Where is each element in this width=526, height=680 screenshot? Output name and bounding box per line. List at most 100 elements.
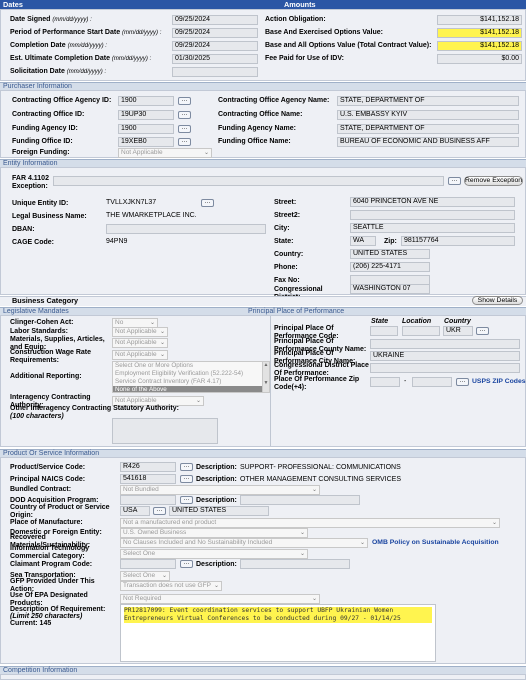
claimant-description-field[interactable] [240, 559, 350, 569]
country-field[interactable]: UNITED STATES [350, 249, 430, 259]
funding-agency-name-field[interactable]: STATE, DEPARTMENT OF [337, 124, 519, 134]
origin-name-field[interactable]: UNITED STATES [169, 506, 269, 516]
pop-zip4-field[interactable] [412, 377, 452, 387]
funding-office-id-label: Funding Office ID: [12, 138, 73, 145]
foreign-funding-select[interactable]: Not Applicable ⌄ [118, 148, 212, 158]
manufacture-select[interactable]: Not a manufactured end product ⌄ [120, 518, 500, 528]
uei-value: TVLLXJKN7L37 [106, 199, 157, 206]
lookup-ellipsis-icon[interactable]: ... [178, 110, 191, 119]
lookup-ellipsis-icon[interactable]: ... [180, 462, 193, 471]
lookup-ellipsis-icon[interactable]: ... [180, 474, 193, 483]
date-signed-field[interactable]: 09/25/2024 [172, 15, 258, 25]
psc-label: Product/Service Code: [10, 464, 86, 471]
origin-code-field[interactable]: USA [120, 506, 150, 516]
pop-zip-field[interactable] [370, 377, 400, 387]
materials-select[interactable]: Not Applicable ⌄ [112, 338, 168, 348]
claimant-field[interactable] [120, 559, 176, 569]
pop-district-field[interactable] [370, 363, 520, 373]
pop-start-label: Period of Performance Start Date (mm/dd/… [10, 29, 162, 36]
dban-field[interactable] [106, 224, 266, 234]
epa-select[interactable]: Not Required ⌄ [120, 594, 320, 604]
other-authority-textarea[interactable] [112, 418, 218, 444]
base-all-field[interactable]: $141,152.18 [437, 41, 522, 51]
listbox-option[interactable]: Service Contract Inventory (FAR 4.17) [113, 378, 269, 386]
listbox-scrollbar[interactable]: ▲ ▼ [262, 362, 269, 392]
date-signed-label: Date Signed (mm/dd/yyyy) : [10, 16, 92, 23]
legislative-title: Legislative Mandates [3, 308, 69, 315]
dropdown-arrow-icon: ⌄ [203, 150, 209, 156]
listbox-option-selected[interactable]: None of the Above [113, 386, 269, 392]
city-field[interactable]: SEATTLE [350, 223, 515, 233]
lookup-ellipsis-icon[interactable]: ... [178, 137, 191, 146]
solicitation-date-field[interactable] [172, 67, 258, 77]
lookup-ellipsis-icon[interactable]: ... [180, 495, 193, 504]
base-all-label: Base and All Options Value (Total Contra… [265, 42, 432, 49]
additional-reporting-listbox[interactable]: Select One or More Options Employment El… [112, 361, 270, 393]
psc-field[interactable]: R426 [120, 462, 176, 472]
business-category-label: Business Category [12, 296, 79, 305]
lookup-ellipsis-icon[interactable]: ... [201, 198, 214, 207]
lookup-ellipsis-icon[interactable]: ... [153, 506, 166, 515]
naics-field[interactable]: 541618 [120, 474, 176, 484]
dod-description-field[interactable] [240, 495, 360, 505]
gfp-select[interactable]: Transaction does not use GFP ⌄ [120, 581, 222, 591]
lookup-ellipsis-icon[interactable]: ... [476, 326, 489, 335]
far-exception-label: FAR 4.1102 Exception: [12, 175, 49, 190]
construction-select[interactable]: Not Applicable ⌄ [112, 350, 168, 360]
funding-agency-id-field[interactable]: 1900 [118, 124, 174, 134]
listbox-option[interactable]: Employment Eligibility Verification (52.… [113, 370, 269, 378]
obligation-field[interactable]: $141,152.18 [437, 15, 522, 25]
purchaser-section-header: Purchaser Information [0, 82, 526, 90]
sea-select[interactable]: Select One ⌄ [120, 571, 170, 581]
dod-description-label: Description: [196, 497, 237, 504]
pop-city-field[interactable]: UKRAINE [370, 351, 520, 361]
omb-policy-link[interactable]: OMB Policy on Sustainable Acquisition [372, 539, 499, 547]
co-name-field[interactable]: U.S. EMBASSY KYIV [337, 110, 519, 120]
street2-field[interactable] [350, 210, 515, 220]
state-field[interactable]: WA [350, 236, 376, 246]
lookup-ellipsis-icon[interactable]: ... [448, 176, 461, 185]
lookup-ellipsis-icon[interactable]: ... [456, 377, 469, 386]
scroll-arrow-icon[interactable]: ▲ [263, 362, 269, 368]
far-exception-field[interactable] [53, 176, 444, 186]
show-details-button[interactable]: Show Details [472, 296, 523, 305]
completion-date-field[interactable]: 09/29/2024 [172, 41, 258, 51]
pop-location-field[interactable] [402, 326, 440, 336]
lookup-ellipsis-icon[interactable]: ... [178, 124, 191, 133]
co-agency-name-label: Contracting Office Agency Name: [218, 97, 330, 104]
fee-field[interactable]: $0.00 [437, 54, 522, 64]
district-field[interactable]: WASHINGTON 07 [350, 284, 430, 294]
co-agency-name-field[interactable]: STATE, DEPARTMENT OF [337, 96, 519, 106]
labor-select[interactable]: Not Applicable ⌄ [112, 327, 168, 337]
it-category-select[interactable]: Select One ⌄ [120, 549, 308, 559]
legal-name-value: THE WMARKETPLACE INC. [106, 212, 197, 219]
usps-zip-link[interactable]: USPS ZIP Codes [472, 378, 526, 386]
domestic-select[interactable]: U.S. Owned Business ⌄ [120, 528, 308, 538]
street-field[interactable]: 6040 PRINCETON AVE NE [350, 197, 515, 207]
co-agency-id-field[interactable]: 1900 [118, 96, 174, 106]
zip-field[interactable]: 981157764 [401, 236, 515, 246]
co-agency-id-label: Contracting Office Agency ID: [12, 97, 112, 104]
recovered-select[interactable]: No Clauses Included and No Sustainabilit… [120, 538, 368, 548]
listbox-option[interactable]: Select One or More Options [113, 362, 269, 370]
construction-label: Construction Wage Rate Requirements: [10, 349, 92, 364]
funding-office-name-field[interactable]: BUREAU OF ECONOMIC AND BUSINESS AFF [337, 137, 519, 147]
phone-field[interactable]: (206) 225-4171 [350, 262, 430, 272]
bundled-label: Bundled Contract: [10, 486, 72, 493]
pop-start-field[interactable]: 09/25/2024 [172, 28, 258, 38]
co-name-label: Contracting Office Name: [218, 111, 303, 118]
base-exercised-field[interactable]: $141,152.18 [437, 28, 522, 38]
dod-field[interactable] [120, 495, 176, 505]
lookup-ellipsis-icon[interactable]: ... [180, 559, 193, 568]
scroll-arrow-icon[interactable]: ▼ [263, 380, 269, 386]
lookup-ellipsis-icon[interactable]: ... [178, 96, 191, 105]
bundled-select[interactable]: Not Bundled ⌄ [120, 485, 320, 495]
funding-office-id-field[interactable]: 19XEB0 [118, 137, 174, 147]
co-id-field[interactable]: 19UP30 [118, 110, 174, 120]
est-completion-field[interactable]: 01/30/2025 [172, 54, 258, 64]
remove-exception-button[interactable]: Remove Exception [464, 176, 523, 186]
pop-country-field[interactable]: UKR [443, 326, 473, 336]
requirement-textarea[interactable]: PR12817099: Event coordination services … [120, 604, 436, 662]
pop-county-field[interactable] [370, 339, 520, 349]
pop-state-field[interactable] [370, 326, 398, 336]
